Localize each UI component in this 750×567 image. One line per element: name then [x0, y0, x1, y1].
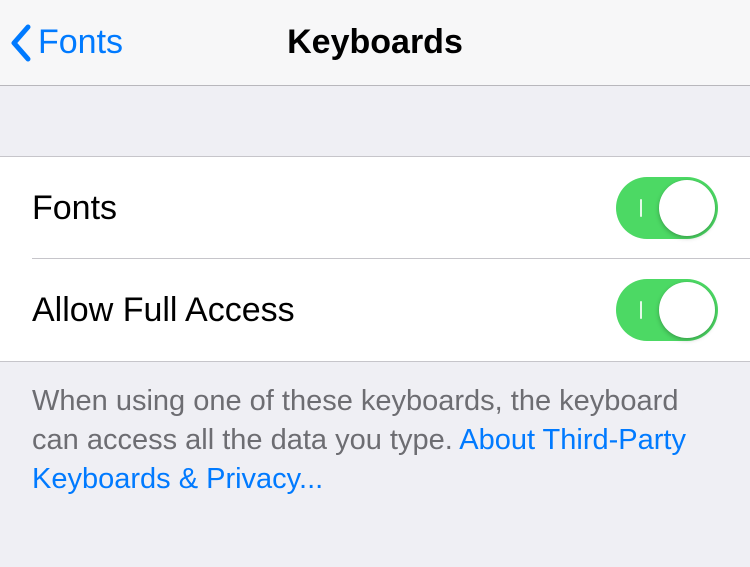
footer-description: When using one of these keyboards, the k…	[0, 362, 750, 499]
back-label: Fonts	[38, 23, 123, 62]
toggle-allow-full-access[interactable]	[616, 279, 718, 341]
row-label: Fonts	[32, 189, 117, 228]
settings-group: Fonts Allow Full Access	[0, 156, 750, 362]
row-fonts: Fonts	[0, 157, 750, 259]
toggle-on-indicator-icon	[640, 301, 642, 319]
toggle-knob	[659, 180, 715, 236]
page-title: Keyboards	[287, 23, 463, 62]
back-button[interactable]: Fonts	[8, 0, 123, 86]
row-allow-full-access: Allow Full Access	[0, 259, 750, 361]
row-label: Allow Full Access	[32, 291, 295, 330]
toggle-on-indicator-icon	[640, 199, 642, 217]
toggle-fonts[interactable]	[616, 177, 718, 239]
section-spacer	[0, 86, 750, 156]
nav-bar: Fonts Keyboards	[0, 0, 750, 86]
toggle-knob	[659, 282, 715, 338]
chevron-left-icon	[8, 23, 32, 63]
